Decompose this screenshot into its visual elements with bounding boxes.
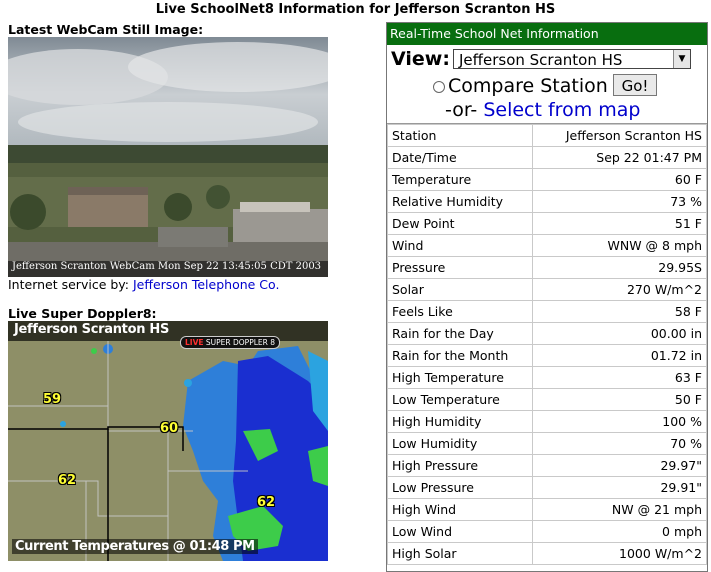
- temp-label: 62: [58, 473, 77, 488]
- row-value: Jefferson Scranton HS: [532, 124, 707, 147]
- row-value: 58 F: [532, 300, 707, 323]
- row-label: Wind: [387, 234, 533, 257]
- table-row: Feels Like 58 F: [387, 300, 707, 323]
- row-label: Low Pressure: [387, 476, 533, 499]
- row-label: High Temperature: [387, 366, 533, 389]
- table-row: Relative Humidity 73 %: [387, 190, 707, 213]
- service-credit-prefix: Internet service by:: [8, 277, 133, 292]
- doppler-radar-image: Jefferson Scranton HS LIVE SUPER DOPPLER…: [8, 321, 328, 561]
- table-row: Rain for the Month 01.72 in: [387, 344, 707, 367]
- row-label: Low Humidity: [387, 432, 533, 455]
- row-value: 51 F: [532, 212, 707, 235]
- row-value: 73 %: [532, 190, 707, 213]
- table-row: High Temperature 63 F: [387, 366, 707, 389]
- row-label: Low Wind: [387, 520, 533, 543]
- row-label: Feels Like: [387, 300, 533, 323]
- select-from-map-link[interactable]: Select from map: [483, 99, 640, 121]
- table-row: Low Humidity 70 %: [387, 432, 707, 455]
- webcam-image: Jefferson Scranton WebCam Mon Sep 22 13:…: [8, 37, 328, 277]
- temp-label: 59: [43, 392, 62, 407]
- table-row: Date/Time Sep 22 01:47 PM: [387, 146, 707, 169]
- row-value: 00.00 in: [532, 322, 707, 345]
- panel-header: Real-Time School Net Information: [387, 23, 707, 45]
- row-label: Rain for the Day: [387, 322, 533, 345]
- table-row: Wind WNW @ 8 mph: [387, 234, 707, 257]
- row-value: 63 F: [532, 366, 707, 389]
- select-from-map-line: -or- Select from map: [445, 99, 640, 121]
- table-row: Station Jefferson Scranton HS: [387, 124, 707, 147]
- row-label: Solar: [387, 278, 533, 301]
- row-value: 0 mph: [532, 520, 707, 543]
- row-value: 01.72 in: [532, 344, 707, 367]
- table-row: Low Temperature 50 F: [387, 388, 707, 411]
- webcam-section-label: Latest WebCam Still Image:: [8, 22, 204, 37]
- row-value: 100 %: [532, 410, 707, 433]
- table-row: Dew Point 51 F: [387, 212, 707, 235]
- service-credit: Internet service by: Jefferson Telephone…: [8, 277, 279, 292]
- table-row: High Pressure 29.97": [387, 454, 707, 477]
- row-value: 270 W/m^2: [532, 278, 707, 301]
- row-value: 1000 W/m^2: [532, 542, 707, 565]
- row-label: High Humidity: [387, 410, 533, 433]
- row-value: NW @ 21 mph: [532, 498, 707, 521]
- temp-label: 60: [160, 421, 179, 436]
- doppler-section-label: Live Super Doppler8:: [8, 306, 157, 321]
- super-doppler-badge-text: SUPER DOPPLER 8: [203, 338, 275, 347]
- table-row: High Humidity 100 %: [387, 410, 707, 433]
- row-label: Pressure: [387, 256, 533, 279]
- row-label: Rain for the Month: [387, 344, 533, 367]
- table-row: Pressure 29.95S: [387, 256, 707, 279]
- live-badge-text: LIVE: [185, 338, 204, 347]
- table-row: Temperature 60 F: [387, 168, 707, 191]
- row-value: WNW @ 8 mph: [532, 234, 707, 257]
- or-text: -or-: [445, 99, 484, 121]
- go-button[interactable]: Go!: [613, 74, 657, 96]
- table-row: Low Pressure 29.91": [387, 476, 707, 499]
- table-row: High Solar 1000 W/m^2: [387, 542, 707, 565]
- row-value: 29.95S: [532, 256, 707, 279]
- compare-station-label: Compare Station: [448, 75, 608, 97]
- page-title: Live SchoolNet8 Information for Jefferso…: [155, 2, 556, 17]
- row-label: Dew Point: [387, 212, 533, 235]
- row-label: Low Temperature: [387, 388, 533, 411]
- row-label: High Solar: [387, 542, 533, 565]
- compare-station-radio[interactable]: [433, 81, 445, 93]
- table-row: Low Wind 0 mph: [387, 520, 707, 543]
- table-row: Rain for the Day 00.00 in: [387, 322, 707, 345]
- row-label: High Pressure: [387, 454, 533, 477]
- row-label: Temperature: [387, 168, 533, 191]
- row-value: 70 %: [532, 432, 707, 455]
- station-select-value: Jefferson Scranton HS: [459, 51, 623, 69]
- row-value: 29.97": [532, 454, 707, 477]
- row-label: Date/Time: [387, 146, 533, 169]
- row-label: High Wind: [387, 498, 533, 521]
- webcam-caption: Jefferson Scranton WebCam Mon Sep 22 13:…: [12, 261, 322, 272]
- row-value: 50 F: [532, 388, 707, 411]
- row-label: Relative Humidity: [387, 190, 533, 213]
- table-row: High Wind NW @ 21 mph: [387, 498, 707, 521]
- row-value: 29.91": [532, 476, 707, 499]
- table-row: Solar 270 W/m^2: [387, 278, 707, 301]
- super-doppler-badge: LIVE SUPER DOPPLER 8: [180, 336, 280, 349]
- station-select[interactable]: Jefferson Scranton HS ▼: [453, 49, 691, 69]
- school-net-info-panel: Real-Time School Net Information View: J…: [386, 22, 708, 572]
- jefferson-telephone-link[interactable]: Jefferson Telephone Co.: [133, 277, 279, 292]
- row-label: Station: [387, 124, 533, 147]
- view-label: View:: [391, 48, 450, 70]
- row-value: Sep 22 01:47 PM: [532, 146, 707, 169]
- doppler-station-title: Jefferson Scranton HS: [14, 322, 170, 337]
- temp-label: 62: [257, 495, 276, 510]
- station-data-table: Station Jefferson Scranton HS Date/Time Sep…: [387, 124, 707, 565]
- chevron-down-icon[interactable]: ▼: [673, 50, 690, 68]
- station-controls: View: Jefferson Scranton HS ▼ Compare St…: [387, 45, 707, 124]
- current-temperatures-caption: Current Temperatures @ 01:48 PM: [12, 539, 258, 554]
- row-value: 60 F: [532, 168, 707, 191]
